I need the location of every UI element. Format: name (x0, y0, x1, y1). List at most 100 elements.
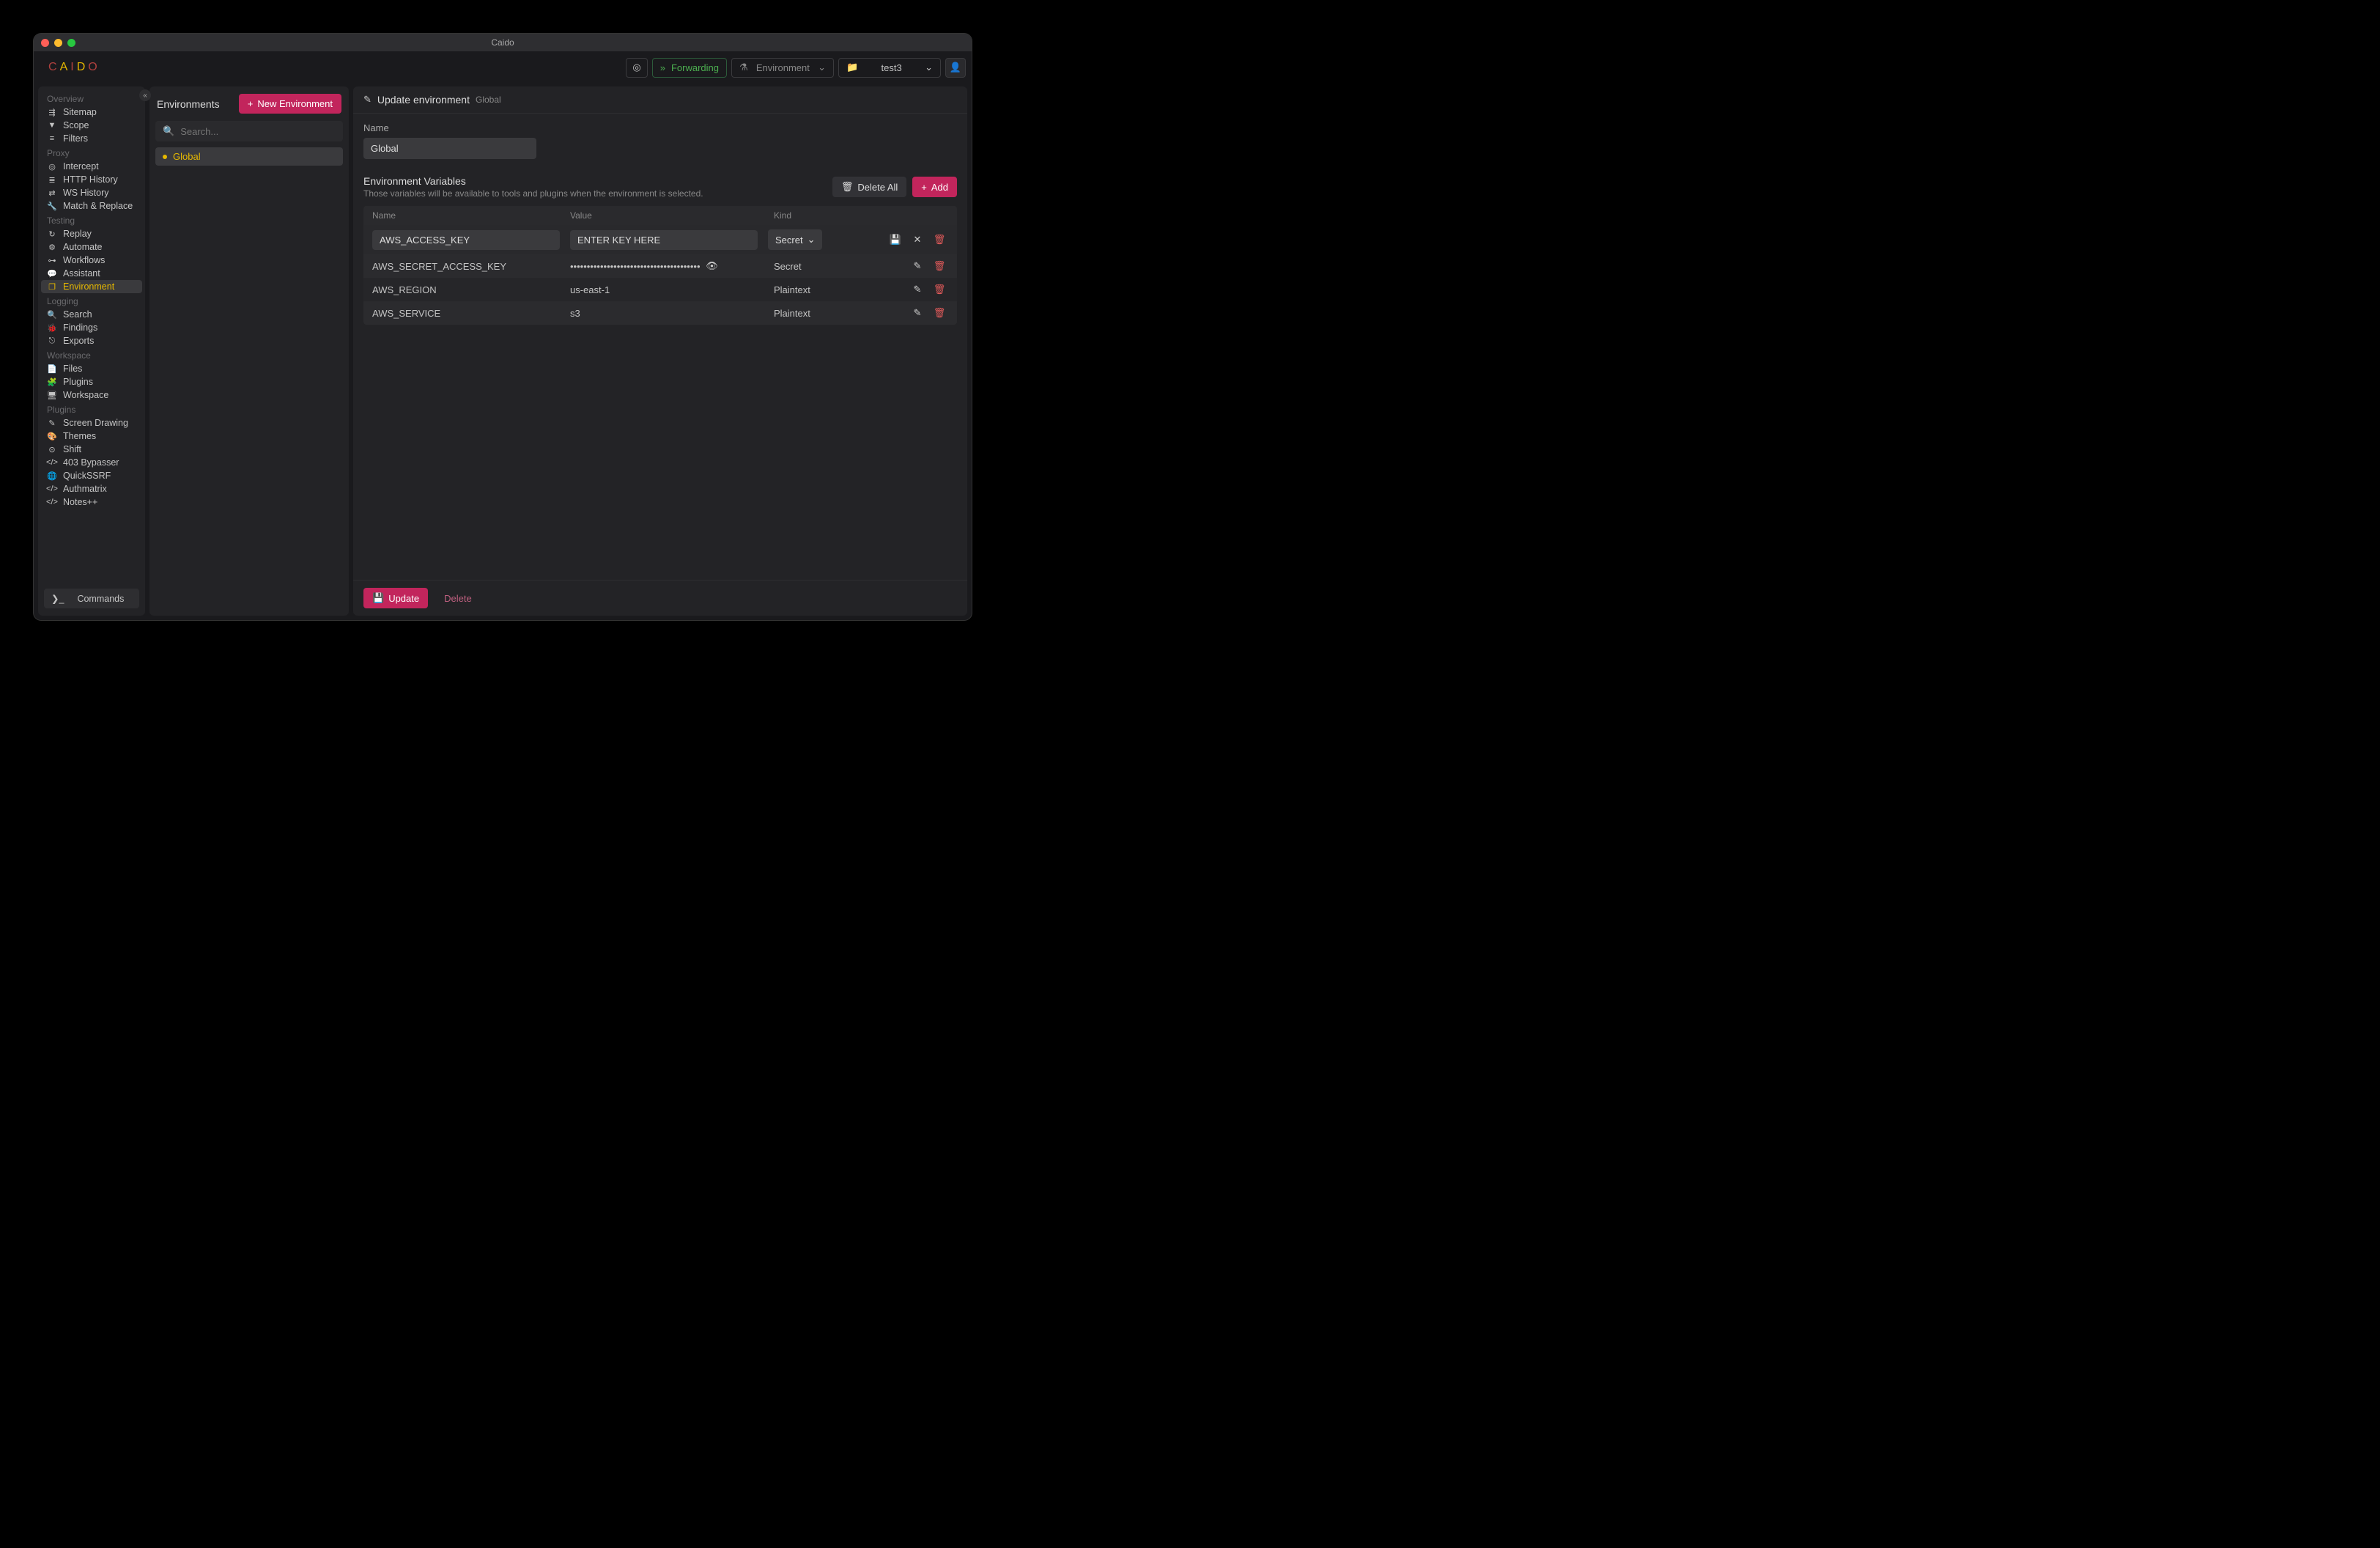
project-dropdown-label: test3 (864, 62, 919, 73)
gear-icon: ⚙ (47, 243, 57, 252)
code-icon: </> (47, 458, 57, 467)
environment-name-input[interactable] (363, 138, 536, 159)
save-row-button[interactable]: 💾 (890, 234, 901, 246)
new-environment-button[interactable]: + New Environment (239, 94, 341, 114)
sidebar-item-authmatrix[interactable]: </>Authmatrix (41, 482, 142, 495)
var-name-input[interactable] (372, 230, 560, 250)
sidebar-item-files[interactable]: 📄Files (41, 362, 142, 375)
project-dropdown[interactable]: 📁 test3 ⌄ (838, 58, 941, 78)
window-title: Caido (491, 37, 514, 48)
sidebar-item-search[interactable]: 🔍Search (41, 308, 142, 321)
trash-icon: 🗑 (934, 284, 946, 295)
eye-icon: 👁 (706, 260, 718, 272)
sidebar-item-replay[interactable]: ↻Replay (41, 227, 142, 240)
main-body: Name Environment Variables Those variabl… (353, 114, 967, 580)
user-icon: 👤 (950, 62, 961, 73)
commands-button[interactable]: ❯_ Commands (44, 589, 139, 608)
environment-dropdown[interactable]: ⚗ Environment ⌄ (731, 58, 834, 78)
sidebar-item-plugins[interactable]: 🧩Plugins (41, 375, 142, 388)
delete-row-button[interactable]: 🗑 (934, 234, 945, 246)
sidebar-item-sitemap[interactable]: ⇶Sitemap (41, 106, 142, 119)
sidebar-item-intercept[interactable]: ◎Intercept (41, 160, 142, 173)
delete-row-button[interactable]: 🗑 (934, 284, 945, 295)
edit-icon: ✎ (363, 94, 372, 106)
nav-group-label: Overview (41, 91, 142, 106)
sidebar-item-label: Workspace (63, 390, 108, 400)
monitor-icon: 🖥 (47, 391, 57, 400)
environment-item[interactable]: Global (155, 147, 343, 166)
update-button[interactable]: 💾 Update (363, 588, 428, 608)
chevron-down-icon: ⌄ (925, 62, 933, 73)
save-icon: 💾 (372, 592, 384, 604)
sidebar-item-label: Scope (63, 120, 89, 130)
edit-row-button[interactable]: ✎ (912, 307, 923, 319)
nav-group-label: Proxy (41, 145, 142, 160)
sidebar-item-quickssrf[interactable]: 🌐QuickSSRF (41, 469, 142, 482)
edit-row-button[interactable]: ✎ (912, 284, 923, 295)
sidebar-item-label: Authmatrix (63, 484, 107, 494)
sidebar-item-http-history[interactable]: ≣HTTP History (41, 173, 142, 186)
delete-row-button[interactable]: 🗑 (934, 307, 945, 319)
sidebar-collapse-button[interactable]: « (139, 89, 151, 101)
table-header: Name Value Kind (363, 206, 957, 225)
edit-row-button[interactable]: ✎ (912, 260, 923, 272)
sidebar-item-shift[interactable]: ⊙Shift (41, 443, 142, 456)
bug-icon: 🐞 (47, 323, 57, 333)
main-title: Update environment (377, 94, 470, 106)
table-row: AWS_SERVICEs3Plaintext✎🗑 (363, 301, 957, 325)
new-env-label: New Environment (257, 98, 333, 109)
variables-table: Name Value Kind Secret ⌄ (363, 206, 957, 325)
sidebar-item-label: Replay (63, 229, 92, 239)
sidebar-item-automate[interactable]: ⚙Automate (41, 240, 142, 254)
nav-group-label: Plugins (41, 402, 142, 416)
delete-label: Delete (444, 593, 472, 604)
sidebar-item-label: Filters (63, 133, 88, 144)
sidebar-item-notes-[interactable]: </>Notes++ (41, 495, 142, 509)
sidebar-item-label: HTTP History (63, 174, 118, 185)
sidebar-item-label: Search (63, 309, 92, 320)
sidebar-item-workflows[interactable]: ⊶Workflows (41, 254, 142, 267)
col-name: Name (372, 210, 570, 221)
sidebar-item-workspace[interactable]: 🖥 Workspace (41, 388, 142, 402)
var-kind-select[interactable]: Secret ⌄ (768, 229, 822, 250)
sidebar-item-screen-drawing[interactable]: ✎Screen Drawing (41, 416, 142, 430)
stack-icon: ❐ (47, 282, 57, 292)
var-value-input[interactable] (570, 230, 758, 250)
sidebar-item-themes[interactable]: 🎨Themes (41, 430, 142, 443)
trash-icon: 🗑 (934, 260, 946, 272)
sidebar-item-403-bypasser[interactable]: </>403 Bypasser (41, 456, 142, 469)
delete-button[interactable]: Delete (435, 588, 481, 608)
sidebar-item-environment[interactable]: ❐Environment (41, 280, 142, 293)
titlebar: Caido (34, 34, 972, 51)
add-variable-button[interactable]: + Add (912, 177, 957, 197)
forwarding-button[interactable]: » Forwarding (652, 58, 727, 78)
environments-title: Environments (157, 98, 220, 110)
sidebar-item-scope[interactable]: ▼Scope (41, 119, 142, 132)
flask-icon: ⚗ (739, 62, 748, 73)
sidebar-item-assistant[interactable]: 💬Assistant (41, 267, 142, 280)
commands-label: Commands (77, 594, 124, 604)
sidebar-item-filters[interactable]: ≡Filters (41, 132, 142, 145)
var-name: AWS_SECRET_ACCESS_KEY (372, 261, 570, 272)
maximize-icon[interactable] (67, 39, 75, 47)
close-icon[interactable] (41, 39, 49, 47)
tree-icon: ⊶ (47, 256, 57, 265)
var-value: s3 (570, 308, 774, 319)
sidebar-item-findings[interactable]: 🐞Findings (41, 321, 142, 334)
reveal-button[interactable]: 👁 (706, 260, 718, 272)
sidebar-item-label: Files (63, 364, 82, 374)
folder-icon: 📁 (846, 62, 858, 73)
user-menu-button[interactable]: 👤 (945, 58, 966, 78)
minimize-icon[interactable] (54, 39, 62, 47)
delete-all-button[interactable]: 🗑 Delete All (832, 177, 906, 197)
sidebar-item-exports[interactable]: ⎋Exports (41, 334, 142, 347)
sidebar-item-ws-history[interactable]: ⇄WS History (41, 186, 142, 199)
environment-search[interactable]: 🔍 (155, 121, 343, 141)
delete-row-button[interactable]: 🗑 (934, 260, 945, 272)
target-button[interactable]: ◎ (626, 58, 647, 78)
environment-search-input[interactable] (180, 126, 336, 137)
sidebar-item-match-replace[interactable]: 🔧Match & Replace (41, 199, 142, 213)
cancel-row-button[interactable]: ✕ (912, 234, 923, 246)
sidebar-item-label: Plugins (63, 377, 93, 387)
col-kind: Kind (774, 210, 891, 221)
